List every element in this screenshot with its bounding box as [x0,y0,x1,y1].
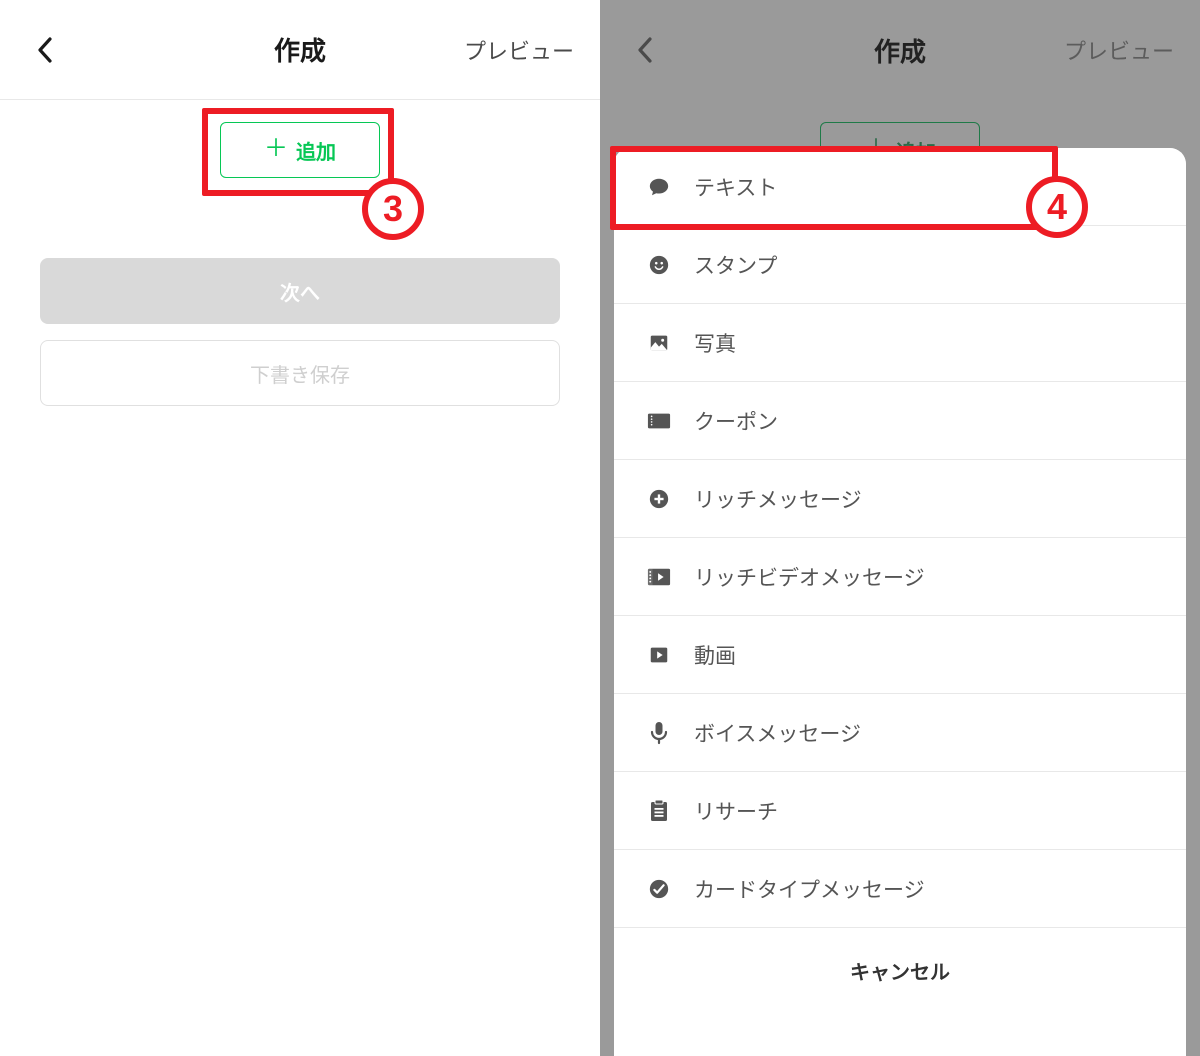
highlight-box-add [202,108,394,196]
option-rich-video[interactable]: リッチビデオメッセージ [614,538,1186,616]
option-rich-message[interactable]: リッチメッセージ [614,460,1186,538]
option-coupon[interactable]: クーポン [614,382,1186,460]
step-badge-4: 4 [1026,176,1088,238]
video-icon [646,642,672,668]
screen-create: 作成 プレビュー ＋ 追加 3 次へ 下書き保存 [0,0,600,1056]
clipboard-icon [646,798,672,824]
option-research[interactable]: リサーチ [614,772,1186,850]
cancel-label: キャンセル [850,956,950,985]
rich-video-icon [646,564,672,590]
option-voice[interactable]: ボイスメッセージ [614,694,1186,772]
content-type-sheet: テキスト スタンプ 写真 クーポン [614,148,1186,1056]
preview-button[interactable]: プレビュー [1064,34,1174,66]
save-draft-button[interactable]: 下書き保存 [40,340,560,406]
smiley-icon [646,252,672,278]
option-label: リッチビデオメッセージ [694,562,925,592]
back-button[interactable] [30,35,60,65]
option-label: カードタイプメッセージ [694,874,925,904]
highlight-box-text [610,146,1058,230]
option-label: リッチメッセージ [694,484,862,514]
option-label: クーポン [694,406,778,436]
photo-icon [646,330,672,356]
option-label: 写真 [694,328,736,358]
preview-button[interactable]: プレビュー [464,34,574,66]
option-card-message[interactable]: カードタイプメッセージ [614,850,1186,928]
option-label: 動画 [694,640,736,670]
option-video[interactable]: 動画 [614,616,1186,694]
back-button[interactable] [630,35,660,65]
option-label: ボイスメッセージ [694,718,861,748]
card-message-icon [646,876,672,902]
chevron-left-icon [36,36,54,64]
rich-message-icon [646,486,672,512]
step-badge-3: 3 [362,178,424,240]
next-button[interactable]: 次へ [40,258,560,324]
header: 作成 プレビュー [0,0,600,100]
option-photo[interactable]: 写真 [614,304,1186,382]
mic-icon [646,720,672,746]
coupon-icon [646,408,672,434]
option-stamp[interactable]: スタンプ [614,226,1186,304]
chevron-left-icon [636,36,654,64]
screen-create-sheet: 作成 プレビュー ＋ 追加 テキスト スタンプ [600,0,1200,1056]
cancel-button[interactable]: キャンセル [614,927,1186,1056]
option-label: スタンプ [694,250,777,280]
header: 作成 プレビュー [600,0,1200,100]
option-label: リサーチ [694,796,778,826]
